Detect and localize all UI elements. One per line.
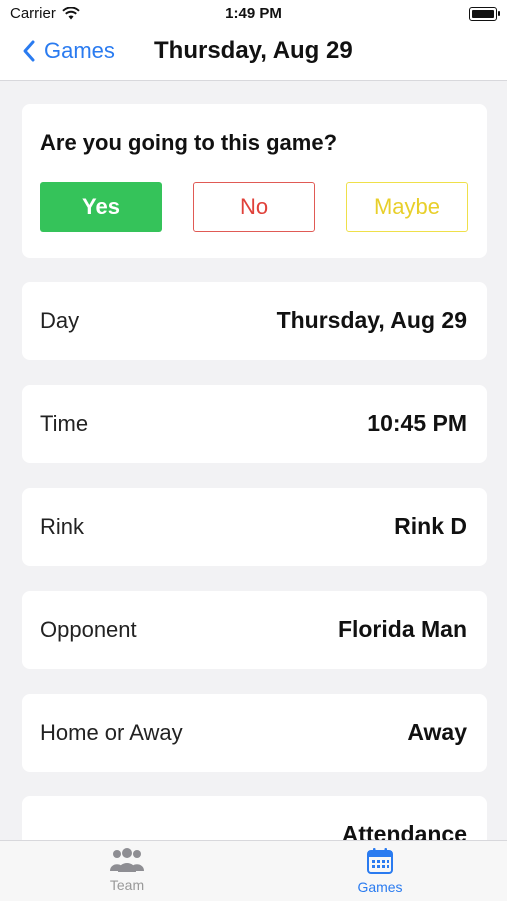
back-label: Games: [44, 38, 115, 63]
rsvp-question: Are you going to this game?: [40, 130, 338, 155]
detail-row-opponent: Opponent Florida Man: [22, 591, 487, 669]
maybe-button[interactable]: Maybe: [346, 182, 468, 232]
detail-value: 10:45 PM: [367, 410, 467, 436]
tab-team[interactable]: Team: [67, 847, 187, 893]
navigation-bar: Games Thursday, Aug 29: [0, 28, 507, 81]
tab-games[interactable]: Games: [320, 847, 440, 895]
detail-label: Time: [40, 411, 89, 436]
detail-label: Rink: [40, 514, 85, 539]
detail-value: Rink D: [394, 513, 467, 539]
detail-label: Day: [40, 308, 80, 333]
tab-bar: Team Games: [0, 840, 507, 901]
no-button[interactable]: No: [193, 182, 315, 232]
page-title: Thursday, Aug 29: [154, 37, 353, 64]
tab-label: Team: [109, 877, 145, 893]
team-icon: [110, 848, 144, 872]
yes-button[interactable]: Yes: [40, 182, 162, 232]
detail-value: Florida Man: [337, 616, 467, 642]
status-time: 1:49 PM: [225, 5, 282, 22]
status-bar: Carrier 1:49 PM: [0, 0, 507, 28]
chevron-left-icon: [23, 40, 35, 62]
calendar-icon: [367, 848, 393, 874]
detail-label: Opponent: [40, 617, 137, 642]
tab-label: Games: [357, 879, 403, 895]
detail-row-home-away: Home or Away Away: [22, 694, 487, 772]
detail-value: Thursday, Aug 29: [276, 307, 467, 333]
rsvp-card: Are you going to this game? Yes No Maybe: [22, 104, 487, 258]
battery-icon: [469, 7, 500, 21]
detail-row-day: Day Thursday, Aug 29: [22, 282, 487, 360]
detail-value: Away: [407, 719, 467, 745]
back-button[interactable]: Games: [22, 38, 115, 64]
detail-label: Home or Away: [40, 720, 183, 745]
detail-row-time: Time 10:45 PM: [22, 385, 487, 463]
detail-row-rink: Rink Rink D: [22, 488, 487, 566]
